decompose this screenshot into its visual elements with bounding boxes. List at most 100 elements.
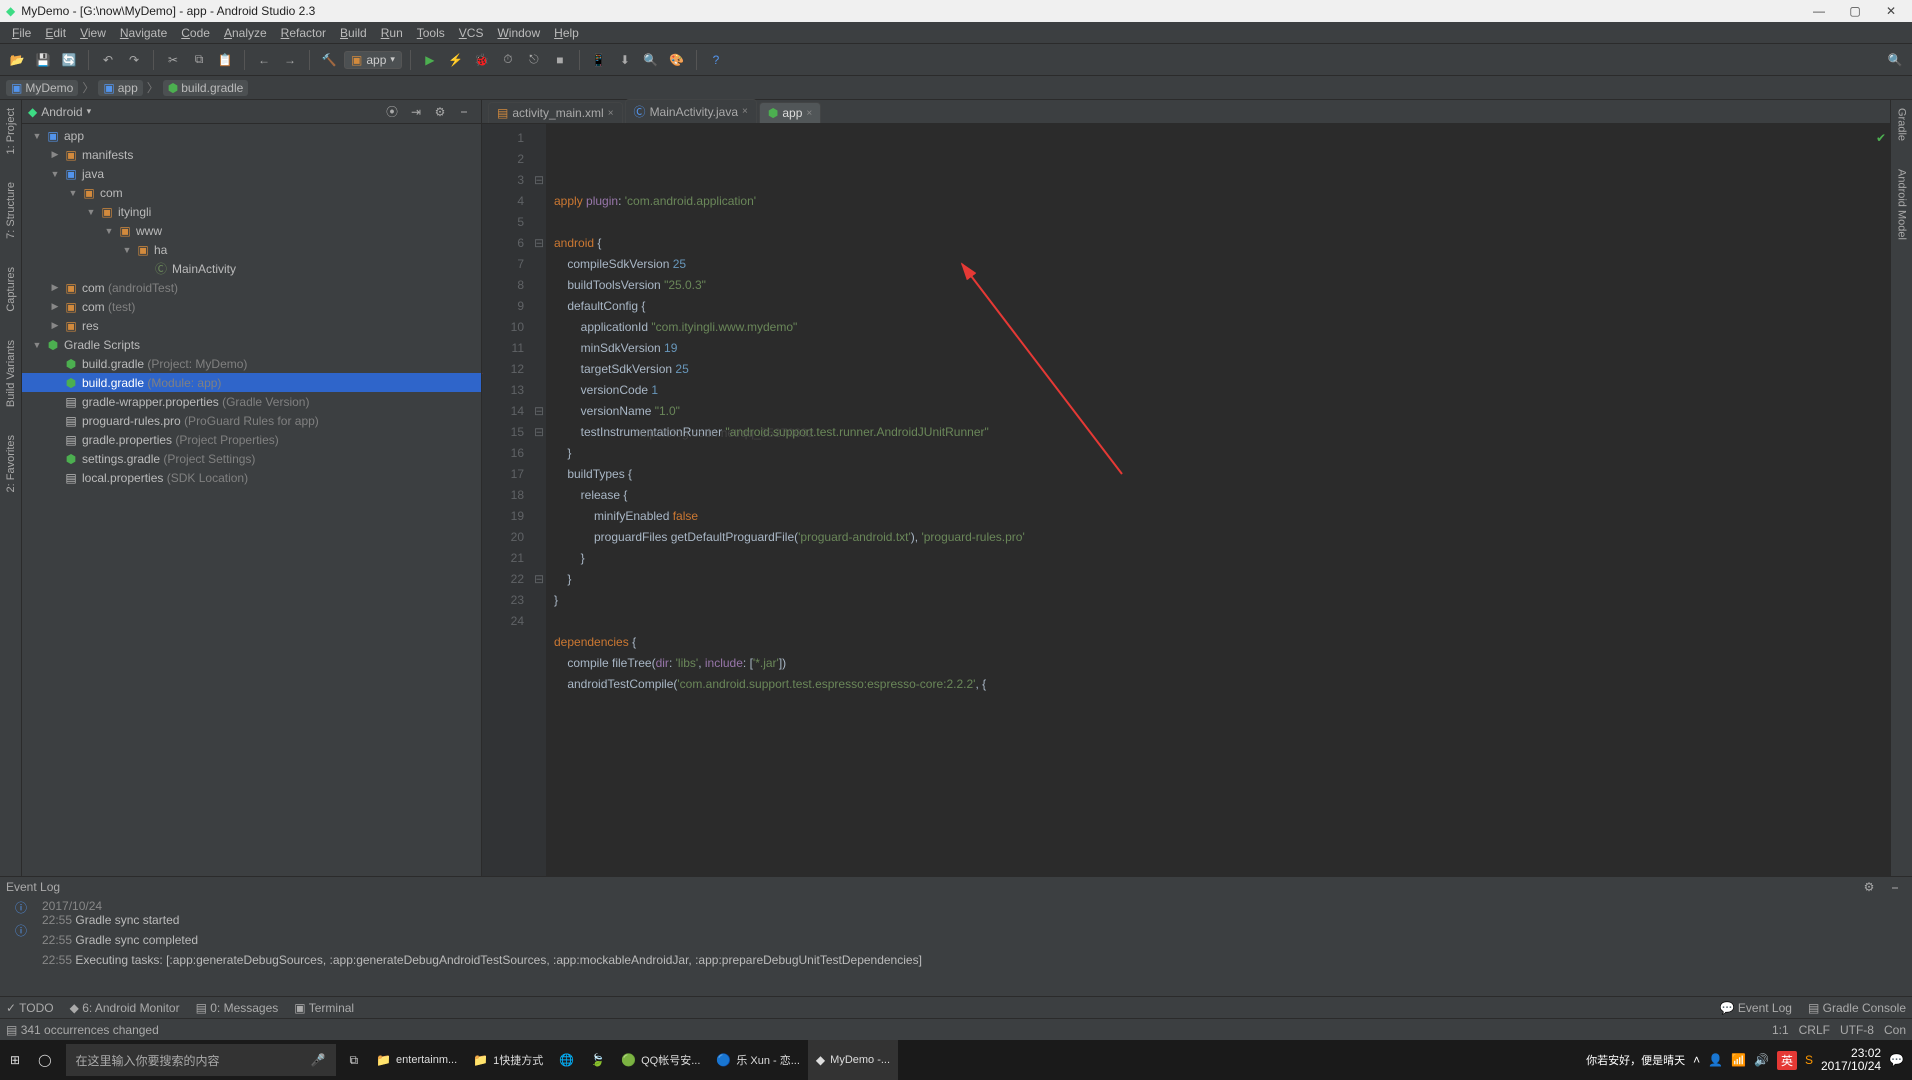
- taskbar-clock[interactable]: 23:02 2017/10/24: [1821, 1047, 1881, 1073]
- caret-position[interactable]: 1:1: [1772, 1023, 1789, 1037]
- menu-code[interactable]: Code: [175, 24, 216, 42]
- attach-icon[interactable]: ⎋: [523, 49, 545, 71]
- tray-ime-icon[interactable]: 英: [1777, 1051, 1797, 1070]
- paste-icon[interactable]: 📋: [214, 49, 236, 71]
- tray-up-icon[interactable]: ˄: [1693, 1053, 1700, 1067]
- context-info[interactable]: Con: [1884, 1023, 1906, 1037]
- tray-volume-icon[interactable]: 🔊: [1754, 1053, 1769, 1067]
- tree-com[interactable]: ▶▣com (androidTest): [22, 278, 481, 297]
- tree-ityingli[interactable]: ▼▣ityingli: [22, 202, 481, 221]
- strip----project[interactable]: 1: Project: [3, 104, 19, 158]
- tool-event-log[interactable]: 💬 Event Log: [1720, 1001, 1792, 1015]
- pane-scroll-from-source-icon[interactable]: ⦿: [381, 101, 403, 123]
- tab-app[interactable]: ⬢app×: [759, 102, 821, 123]
- line-separator[interactable]: CRLF: [1799, 1023, 1830, 1037]
- sdk-icon[interactable]: ⬇: [614, 49, 636, 71]
- forward-icon[interactable]: →: [279, 49, 301, 71]
- pane-settings-icon[interactable]: ⚙: [429, 101, 451, 123]
- tree-build.gradle[interactable]: ⬢build.gradle (Project: MyDemo): [22, 354, 481, 373]
- back-icon[interactable]: ←: [253, 49, 275, 71]
- maximize-button[interactable]: ▢: [1840, 2, 1870, 20]
- tool----messages[interactable]: ▤ 0: Messages: [196, 1001, 279, 1015]
- minimize-button[interactable]: —: [1804, 2, 1834, 20]
- menu-help[interactable]: Help: [548, 24, 585, 42]
- apply-changes-icon[interactable]: ⚡: [445, 49, 467, 71]
- event-settings-icon[interactable]: ⚙: [1858, 876, 1880, 898]
- menu-view[interactable]: View: [74, 24, 112, 42]
- stop-icon[interactable]: ■: [549, 49, 571, 71]
- tool-terminal[interactable]: ▣ Terminal: [294, 1001, 354, 1015]
- debug-icon[interactable]: 🐞: [471, 49, 493, 71]
- avd-icon[interactable]: 📱: [588, 49, 610, 71]
- strip-gradle[interactable]: Gradle: [1894, 104, 1910, 145]
- cortana-icon[interactable]: ◯: [30, 1040, 59, 1080]
- tree-manifests[interactable]: ▶▣manifests: [22, 145, 481, 164]
- tree-gradle.properties[interactable]: ▤gradle.properties (Project Properties): [22, 430, 481, 449]
- menu-window[interactable]: Window: [491, 24, 546, 42]
- tree-settings.gradle[interactable]: ⬢settings.gradle (Project Settings): [22, 449, 481, 468]
- breadcrumb-app[interactable]: ▣app: [98, 80, 142, 96]
- breadcrumb-build.gradle[interactable]: ⬢build.gradle: [163, 80, 249, 96]
- menu-tools[interactable]: Tools: [411, 24, 451, 42]
- tree-Gradle Scripts[interactable]: ▼⬢Gradle Scripts: [22, 335, 481, 354]
- tree-res[interactable]: ▶▣res: [22, 316, 481, 335]
- tree-gradle-wrapper.properties[interactable]: ▤gradle-wrapper.properties (Gradle Versi…: [22, 392, 481, 411]
- run-config-selector[interactable]: ▣ app ▾: [344, 51, 402, 69]
- tab-MainActivity.java[interactable]: ⒸMainActivity.java×: [625, 99, 757, 123]
- pane-title[interactable]: Android: [41, 105, 82, 119]
- redo-icon[interactable]: ↷: [123, 49, 145, 71]
- menu-analyze[interactable]: Analyze: [218, 24, 273, 42]
- save-icon[interactable]: 💾: [32, 49, 54, 71]
- strip-captures[interactable]: Captures: [3, 263, 19, 316]
- cut-icon[interactable]: ✂: [162, 49, 184, 71]
- task-app-1[interactable]: 📁1快捷方式: [465, 1040, 551, 1080]
- tree-app[interactable]: ▼▣app: [22, 126, 481, 145]
- tab-activity_main.xml[interactable]: ▤activity_main.xml×: [488, 102, 623, 123]
- pane-hide-icon[interactable]: ⎯: [453, 101, 475, 123]
- task-app-4[interactable]: 🟢QQ帐号安...: [613, 1040, 708, 1080]
- tray-network-icon[interactable]: 📶: [1731, 1053, 1746, 1067]
- project-tree[interactable]: ▼▣app▶▣manifests▼▣java▼▣com▼▣ityingli▼▣w…: [22, 124, 481, 876]
- sync-icon[interactable]: 🔄: [58, 49, 80, 71]
- strip-android-model[interactable]: Android Model: [1894, 165, 1910, 244]
- tree-MainActivity[interactable]: ⒸMainActivity: [22, 259, 481, 278]
- breadcrumb-MyDemo[interactable]: ▣MyDemo: [6, 80, 78, 96]
- menu-build[interactable]: Build: [334, 24, 373, 42]
- tool-gradle-console[interactable]: ▤ Gradle Console: [1808, 1001, 1906, 1015]
- taskbar-search[interactable]: 在这里输入你要搜索的内容 🎤: [66, 1044, 336, 1076]
- profile-icon[interactable]: ⏱: [497, 49, 519, 71]
- pane-collapse-icon[interactable]: ⇥: [405, 101, 427, 123]
- strip----favorites[interactable]: 2: Favorites: [3, 431, 19, 496]
- menu-file[interactable]: File: [6, 24, 37, 42]
- mic-icon[interactable]: 🎤: [311, 1053, 326, 1067]
- tree-com[interactable]: ▶▣com (test): [22, 297, 481, 316]
- tree-www[interactable]: ▼▣www: [22, 221, 481, 240]
- tree-build.gradle[interactable]: ⬢build.gradle (Module: app): [22, 373, 481, 392]
- tray-people-icon[interactable]: 👤: [1708, 1053, 1723, 1067]
- action-center-icon[interactable]: 💬: [1889, 1053, 1904, 1067]
- make-icon[interactable]: 🔨: [318, 49, 340, 71]
- tree-proguard-rules.pro[interactable]: ▤proguard-rules.pro (ProGuard Rules for …: [22, 411, 481, 430]
- menu-run[interactable]: Run: [375, 24, 409, 42]
- task-app-3[interactable]: 🍃: [582, 1040, 613, 1080]
- start-button[interactable]: ⊞: [2, 1040, 28, 1080]
- tool----android-monitor[interactable]: ◆ 6: Android Monitor: [70, 1001, 180, 1015]
- task-app-6[interactable]: ◆MyDemo -...: [808, 1040, 898, 1080]
- copy-icon[interactable]: ⧉: [188, 49, 210, 71]
- layout-inspector-icon[interactable]: 🔍: [640, 49, 662, 71]
- open-icon[interactable]: 📂: [6, 49, 28, 71]
- tray-sogou-icon[interactable]: S: [1805, 1053, 1813, 1067]
- editor-body[interactable]: 123456789101112131415161718192021222324 …: [482, 124, 1890, 876]
- help-icon[interactable]: ?: [705, 49, 727, 71]
- search-everywhere-icon[interactable]: 🔍: [1884, 49, 1906, 71]
- theme-editor-icon[interactable]: 🎨: [666, 49, 688, 71]
- menu-edit[interactable]: Edit: [39, 24, 72, 42]
- task-view-icon[interactable]: ⧉: [342, 1040, 367, 1080]
- task-app-0[interactable]: 📁entertainm...: [368, 1040, 465, 1080]
- undo-icon[interactable]: ↶: [97, 49, 119, 71]
- tree-local.properties[interactable]: ▤local.properties (SDK Location): [22, 468, 481, 487]
- strip----structure[interactable]: 7: Structure: [3, 178, 19, 243]
- menu-refactor[interactable]: Refactor: [275, 24, 332, 42]
- strip-build-variants[interactable]: Build Variants: [3, 336, 19, 411]
- close-button[interactable]: ✕: [1876, 2, 1906, 20]
